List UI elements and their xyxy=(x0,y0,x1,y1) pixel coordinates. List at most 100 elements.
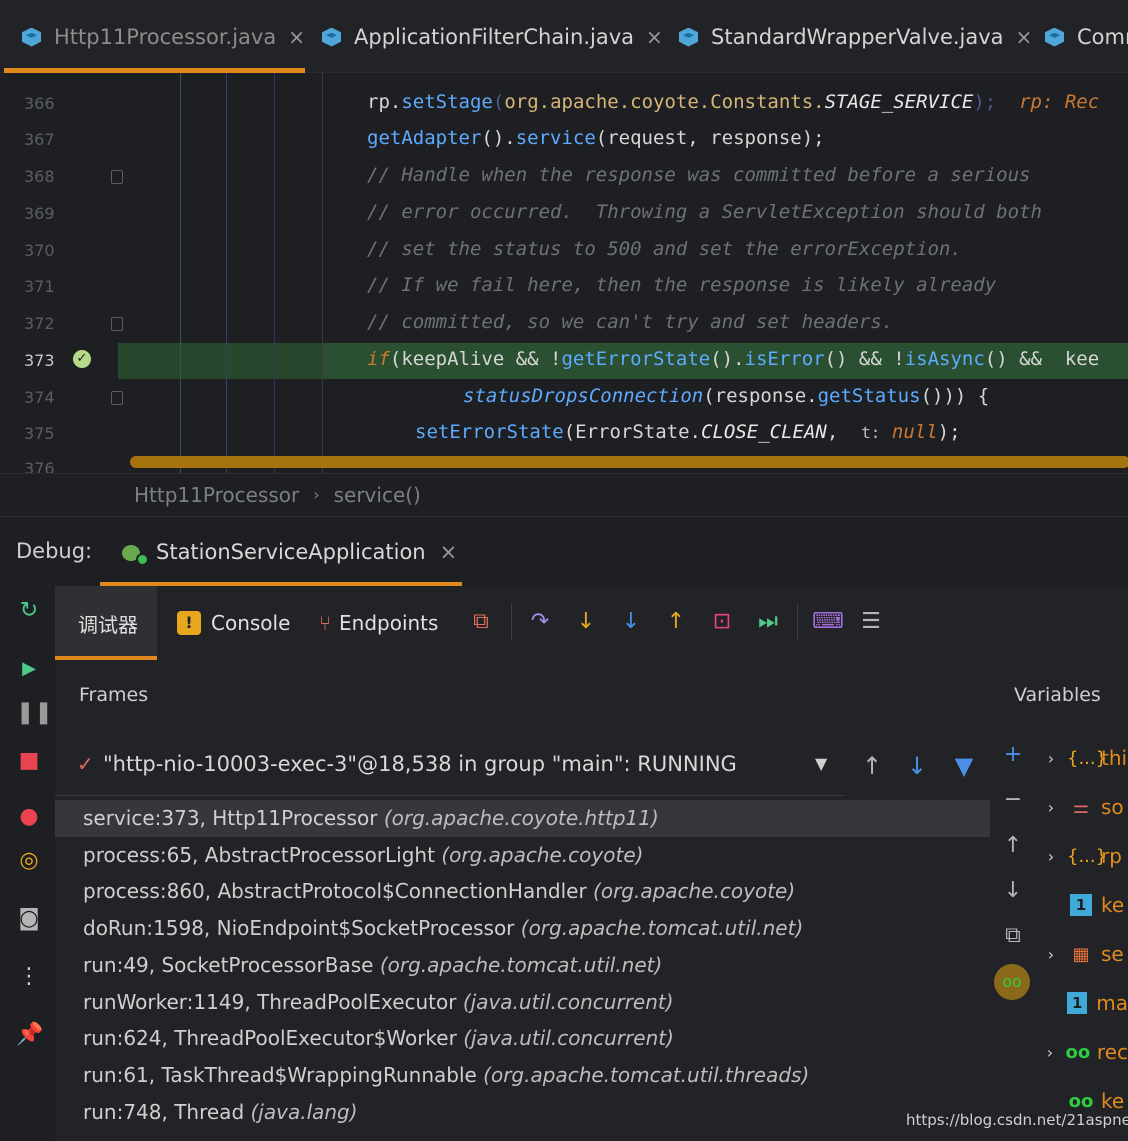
run-to-cursor-icon[interactable]: ⏭ xyxy=(755,608,781,636)
stop-icon[interactable]: ■ xyxy=(16,748,42,774)
add-watch-icon[interactable]: + xyxy=(1000,741,1026,769)
evaluate-expression-icon[interactable]: ⌨ xyxy=(812,608,844,636)
line-number: 369 xyxy=(24,204,55,223)
line-number: 372 xyxy=(24,314,55,333)
indent-guide xyxy=(322,73,323,473)
chevron-right-icon[interactable]: › xyxy=(1035,798,1067,817)
fold-marker-icon[interactable] xyxy=(111,317,123,331)
frame-row[interactable]: run:748, Thread (java.lang) xyxy=(55,1094,990,1131)
remove-watch-icon[interactable]: − xyxy=(1000,786,1026,814)
frame-row[interactable]: service:373, Http11Processor (org.apache… xyxy=(55,800,990,837)
close-icon[interactable]: × xyxy=(288,25,305,49)
code-line-375: setErrorState(ErrorState.CLOSE_CLEAN, t:… xyxy=(415,421,961,443)
frame-row[interactable]: doRun:1598, NioEndpoint$SocketProcessor … xyxy=(55,910,990,947)
console-warning-icon: ! xyxy=(177,611,201,635)
resume-icon[interactable]: ▶ xyxy=(16,656,42,682)
close-icon[interactable]: × xyxy=(646,25,663,49)
line-number: 366 xyxy=(24,94,55,113)
java-class-icon xyxy=(677,24,701,50)
tab-console[interactable]: ! Console xyxy=(177,586,290,660)
line-gutter[interactable]: 366 367 368 369 370 371 372 373 374 375 … xyxy=(0,73,118,473)
chevron-down-icon[interactable]: ▼ xyxy=(815,754,827,773)
code-editor[interactable]: 366 367 368 369 370 371 372 373 374 375 … xyxy=(0,73,1128,473)
move-down-icon[interactable]: ↓ xyxy=(1000,877,1026,905)
pin-icon[interactable]: 📌 xyxy=(16,1022,43,1048)
frame-row[interactable]: process:860, AbstractProtocol$Connection… xyxy=(55,873,990,910)
step-into-icon[interactable]: ↓ xyxy=(573,608,599,636)
variable-row[interactable]: 1 ma xyxy=(1035,983,1128,1023)
separator xyxy=(797,604,798,640)
rerun-icon[interactable]: ↻ xyxy=(16,598,42,624)
pause-icon[interactable]: ❚❚ xyxy=(16,700,53,726)
primitive-icon: 1 xyxy=(1070,894,1092,916)
variable-row[interactable]: › ⚌ so xyxy=(1035,787,1128,827)
debug-title: Debug: xyxy=(16,539,93,563)
line-number: 375 xyxy=(24,424,55,443)
tab-http11processor[interactable]: Http11Processor.java × xyxy=(4,0,305,73)
tab-debugger[interactable]: 调试器 xyxy=(55,586,157,660)
more-icon[interactable]: ⋮ xyxy=(16,964,42,990)
fold-marker-icon[interactable] xyxy=(111,170,123,184)
frame-row[interactable]: run:61, TaskThread$WrappingRunnable (org… xyxy=(55,1057,990,1094)
close-icon[interactable]: × xyxy=(1016,25,1033,49)
settings-icon: ⚌ xyxy=(1072,796,1090,818)
previous-frame-icon[interactable]: ↑ xyxy=(860,752,884,780)
variable-row[interactable]: › {...} rp xyxy=(1035,836,1128,876)
frame-row[interactable]: run:49, SocketProcessorBase (org.apache.… xyxy=(55,947,990,984)
move-up-icon[interactable]: ↑ xyxy=(1000,832,1026,860)
frame-row[interactable]: runWorker:1149, ThreadPoolExecutor (java… xyxy=(55,984,990,1021)
object-icon: {...} xyxy=(1067,747,1108,769)
chevron-right-icon[interactable]: › xyxy=(1035,945,1067,964)
variables-toolbar: + − ↑ ↓ ⧉ oo xyxy=(990,736,1035,1141)
show-frames-icon[interactable]: ⧉ xyxy=(468,608,494,636)
thread-selector[interactable]: ✓ "http-nio-10003-exec-3"@18,538 in grou… xyxy=(55,736,845,796)
step-over-icon[interactable]: ↷ xyxy=(527,608,553,636)
code-comment: // error occurred. Throwing a ServletExc… xyxy=(367,201,1042,223)
line-number: 367 xyxy=(24,130,55,149)
variable-row[interactable]: › ▦ se xyxy=(1035,934,1128,974)
run-config-tab[interactable]: StationServiceApplication × xyxy=(100,517,462,587)
watch-glasses-icon: oo xyxy=(1065,1041,1091,1063)
breadcrumb-class[interactable]: Http11Processor xyxy=(134,483,299,507)
chevron-right-icon[interactable]: › xyxy=(1035,749,1067,768)
variable-row[interactable]: 1 ke xyxy=(1035,885,1128,925)
watch-glasses-icon: oo xyxy=(1068,1090,1094,1112)
tab-standardwrappervalve[interactable]: StandardWrapperValve.java × xyxy=(677,0,1032,73)
breadcrumb-method[interactable]: service() xyxy=(334,483,421,507)
java-class-icon xyxy=(320,24,344,50)
drop-frame-icon[interactable]: ⊡ xyxy=(709,608,735,636)
step-out-icon[interactable]: ↑ xyxy=(663,608,689,636)
thread-check-icon: ✓ xyxy=(77,752,94,776)
line-number: 368 xyxy=(24,167,55,186)
trace-current-stream-icon[interactable]: ☰ xyxy=(858,608,884,636)
chevron-right-icon[interactable]: › xyxy=(1035,847,1067,866)
mute-breakpoints-icon[interactable]: ◎ xyxy=(16,848,42,874)
watches-glasses-icon[interactable]: oo xyxy=(994,964,1030,1000)
tab-comr[interactable]: Comr xyxy=(1043,0,1128,73)
breakpoint-check-icon[interactable]: ✓ xyxy=(73,350,91,368)
frame-row[interactable]: process:65, AbstractProcessorLight (org.… xyxy=(55,837,990,874)
horizontal-scrollbar[interactable] xyxy=(130,456,1128,468)
view-breakpoints-icon[interactable]: ● xyxy=(16,804,42,830)
frame-row[interactable]: run:624, ThreadPoolExecutor$Worker (java… xyxy=(55,1020,990,1057)
separator xyxy=(511,604,512,640)
variable-row[interactable]: › oo rec xyxy=(1035,1032,1128,1072)
endpoints-icon: ⑂ xyxy=(319,611,331,635)
filter-icon[interactable]: ▼ xyxy=(952,752,976,780)
debug-toolbar: 调试器 ! Console ⑂ Endpoints ⧉ ↷ ↓ ↓ ↑ ⊡ ⏭ … xyxy=(55,586,1128,660)
fold-marker-icon[interactable] xyxy=(111,391,123,405)
tab-applicationfilterchain[interactable]: ApplicationFilterChain.java × xyxy=(320,0,663,73)
copy-icon[interactable]: ⧉ xyxy=(1000,922,1026,950)
variable-row[interactable]: › {...} thi xyxy=(1035,738,1128,778)
breadcrumb: Http11Processor › service() xyxy=(0,473,1128,515)
next-frame-icon[interactable]: ↓ xyxy=(905,752,929,780)
camera-icon[interactable]: ◙ xyxy=(16,906,42,932)
close-icon[interactable]: × xyxy=(440,540,458,564)
debug-side-toolbar: ↻ ▶ ❚❚ ■ ● ◎ ◙ ⋮ 📌 xyxy=(0,586,55,1141)
frames-list: service:373, Http11Processor (org.apache… xyxy=(55,800,990,1141)
tab-endpoints[interactable]: ⑂ Endpoints xyxy=(319,586,438,660)
code-line-366: rp.setStage(org.apache.coyote.Constants.… xyxy=(367,91,1100,113)
force-step-into-icon[interactable]: ↓ xyxy=(618,608,644,636)
primitive-icon: 1 xyxy=(1067,992,1088,1014)
chevron-right-icon[interactable]: › xyxy=(1035,1043,1065,1062)
